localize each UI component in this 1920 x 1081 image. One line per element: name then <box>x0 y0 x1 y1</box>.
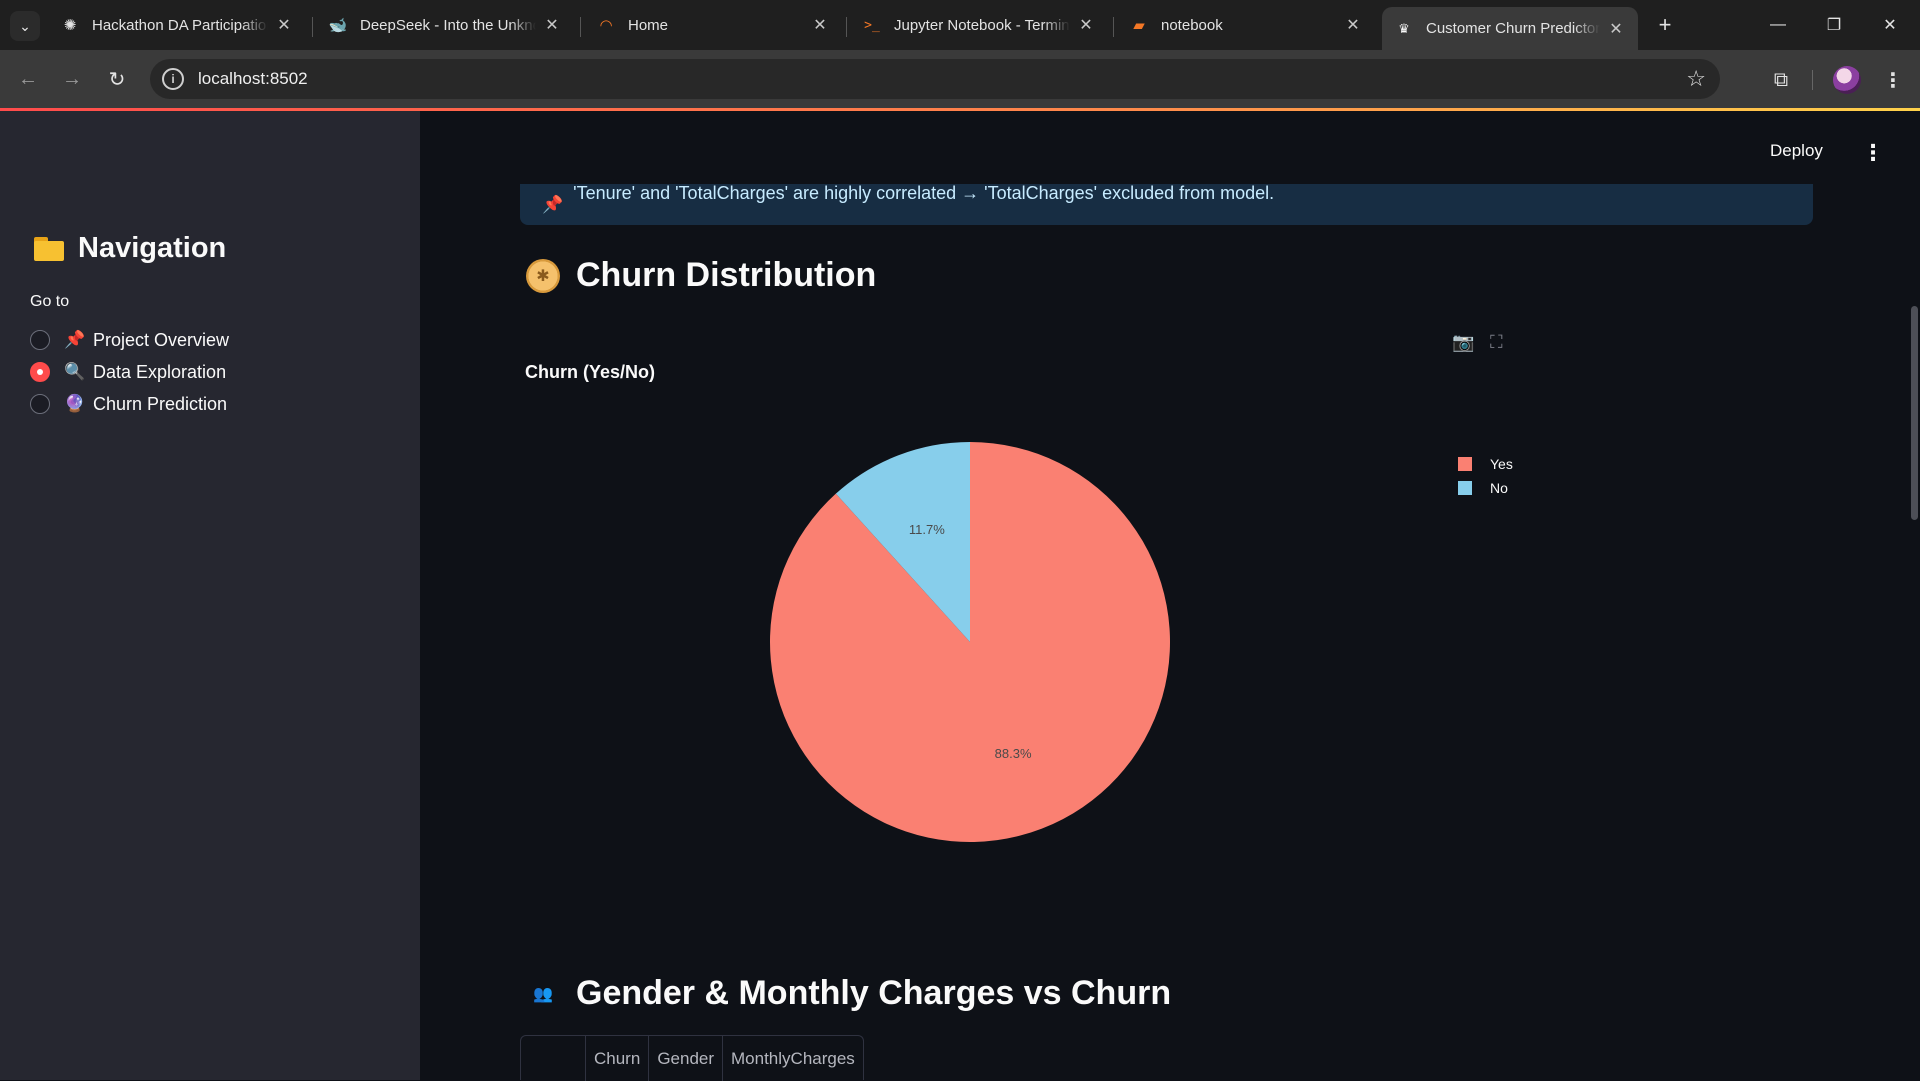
index-header <box>521 1036 585 1081</box>
legend-swatch <box>1458 481 1472 495</box>
extensions-icon[interactable]: ⧉ <box>1768 67 1794 93</box>
tab-title: Hackathon DA Participation <box>92 16 268 34</box>
pie-emoji-icon: ✱ <box>526 258 560 293</box>
folder-icon <box>34 236 64 261</box>
tab-title: Customer Churn Predictor <box>1426 20 1600 37</box>
close-icon[interactable]: ✕ <box>542 15 562 35</box>
nav-option-label: Data Exploration <box>93 361 227 382</box>
dataframe-header: Churn Gender MonthlyCharges <box>520 1035 864 1081</box>
tab-notebook[interactable]: ▰ notebook ✕ <box>1117 7 1375 43</box>
close-window-icon[interactable]: ✕ <box>1862 0 1918 50</box>
tab-title: notebook <box>1161 16 1223 34</box>
page-scrollbar[interactable] <box>1911 306 1918 520</box>
tab-separator <box>1113 17 1114 37</box>
radio-button[interactable] <box>30 330 50 350</box>
radio-button[interactable] <box>30 394 50 414</box>
nav-option-label: Churn Prediction <box>93 393 228 414</box>
address-bar[interactable]: i localhost:8502 ☆ <box>150 59 1720 99</box>
tab-title: DeepSeek - Into the Unknown <box>360 16 536 34</box>
reload-icon[interactable]: ↻ <box>103 65 131 93</box>
terminal-icon: >_ <box>864 17 880 33</box>
legend-item-no[interactable]: No <box>1458 476 1513 500</box>
column-header[interactable]: MonthlyCharges <box>722 1036 863 1081</box>
browser-menu-icon[interactable]: ⋮ <box>1880 67 1906 93</box>
app-menu-icon[interactable]: ⋮ <box>1862 140 1884 166</box>
legend-swatch <box>1458 457 1472 471</box>
forward-icon[interactable]: → <box>58 65 86 93</box>
section-heading-gender-monthly: 👥 Gender & Monthly Charges vs Churn <box>526 974 1171 1013</box>
bookmark-star-icon[interactable]: ☆ <box>1686 66 1706 92</box>
column-header[interactable]: Gender <box>648 1036 722 1081</box>
notebook-icon: ▰ <box>1133 17 1145 34</box>
jupyter-icon: ◠ <box>599 17 613 34</box>
goto-label: Go to <box>30 293 70 310</box>
pie-chart: 88.3% 11.7% <box>770 442 1170 842</box>
tab-separator <box>846 17 847 37</box>
people-icon: 👥 <box>533 985 553 1003</box>
tab-title: Home <box>628 16 669 34</box>
pushpin-icon: 📌 <box>542 194 564 214</box>
camera-icon[interactable]: 📷 <box>1452 332 1474 353</box>
deploy-button[interactable]: Deploy <box>1770 141 1823 161</box>
tab-terminal[interactable]: >_ Jupyter Notebook - Terminal ✕ <box>850 7 1108 43</box>
openai-icon: ✺ <box>63 17 77 34</box>
info-alert: 📌 'Tenure' and 'TotalCharges' are highly… <box>520 183 1813 225</box>
slice-label: 11.7% <box>909 522 945 537</box>
back-icon[interactable]: ← <box>14 65 42 93</box>
close-icon[interactable]: ✕ <box>1606 19 1626 39</box>
tab-search-button[interactable]: ⌄ <box>10 11 40 41</box>
site-info-icon[interactable]: i <box>162 68 184 90</box>
crystal-ball-icon: 🔮 <box>64 394 86 413</box>
legend-item-yes[interactable]: Yes <box>1458 452 1513 476</box>
radio-button-selected[interactable] <box>30 362 50 382</box>
profile-avatar[interactable] <box>1833 66 1861 94</box>
tab-title: Jupyter Notebook - Terminal <box>894 16 1070 34</box>
browser-toolbar: ← → ↻ i localhost:8502 ☆ ⧉ ⋮ <box>0 50 1920 108</box>
url-text: localhost:8502 <box>198 69 308 88</box>
magnifier-icon: 🔍 <box>64 362 86 381</box>
tab-separator <box>312 17 313 37</box>
legend-label: No <box>1490 480 1508 496</box>
info-message: 'Tenure' and 'TotalCharges' are highly c… <box>573 183 1275 203</box>
nav-option-project-overview[interactable]: 📌 Project Overview <box>30 325 229 355</box>
tab-home[interactable]: ◠ Home ✕ <box>584 7 842 43</box>
column-header[interactable]: Churn <box>585 1036 648 1081</box>
pushpin-icon: 📌 <box>64 330 86 349</box>
tab-deepseek[interactable]: 🐋 DeepSeek - Into the Unknown ✕ <box>316 7 574 43</box>
tab-separator <box>580 17 581 37</box>
close-icon[interactable]: ✕ <box>274 15 294 35</box>
legend-label: Yes <box>1490 456 1513 472</box>
close-icon[interactable]: ✕ <box>810 15 830 35</box>
nav-option-churn-prediction[interactable]: 🔮 Churn Prediction <box>30 389 227 419</box>
sidebar-title-text: Navigation <box>78 232 227 264</box>
fullscreen-icon[interactable]: ⛶ <box>1490 332 1503 353</box>
nav-option-data-exploration[interactable]: 🔍 Data Exploration <box>30 357 226 387</box>
chart-legend: Yes No <box>1458 452 1513 500</box>
close-icon[interactable]: ✕ <box>1343 15 1363 35</box>
nav-option-label: Project Overview <box>93 329 230 350</box>
tab-hackathon[interactable]: ✺ Hackathon DA Participation ✕ <box>48 7 306 43</box>
minimize-icon[interactable]: — <box>1750 0 1806 50</box>
deepseek-icon: 🐋 <box>328 17 348 34</box>
restore-icon[interactable]: ❐ <box>1806 0 1862 50</box>
new-tab-button[interactable]: + <box>1650 10 1680 40</box>
slice-label: 88.3% <box>995 746 1032 761</box>
streamlit-icon: ♛ <box>1398 20 1410 36</box>
toolbar-divider <box>1812 70 1813 90</box>
section-heading-churn-distribution: ✱ Churn Distribution <box>526 256 876 295</box>
section-title: Churn Distribution <box>576 256 877 294</box>
section-title: Gender & Monthly Charges vs Churn <box>576 974 1172 1012</box>
sidebar-title: Navigation <box>34 232 226 265</box>
tab-bar: ⌄ ✺ Hackathon DA Participation ✕ 🐋 DeepS… <box>0 0 1920 50</box>
tab-churn-predictor[interactable]: ♛ Customer Churn Predictor ✕ <box>1382 7 1638 50</box>
chart-title: Churn (Yes/No) <box>525 362 656 382</box>
close-icon[interactable]: ✕ <box>1076 15 1096 35</box>
